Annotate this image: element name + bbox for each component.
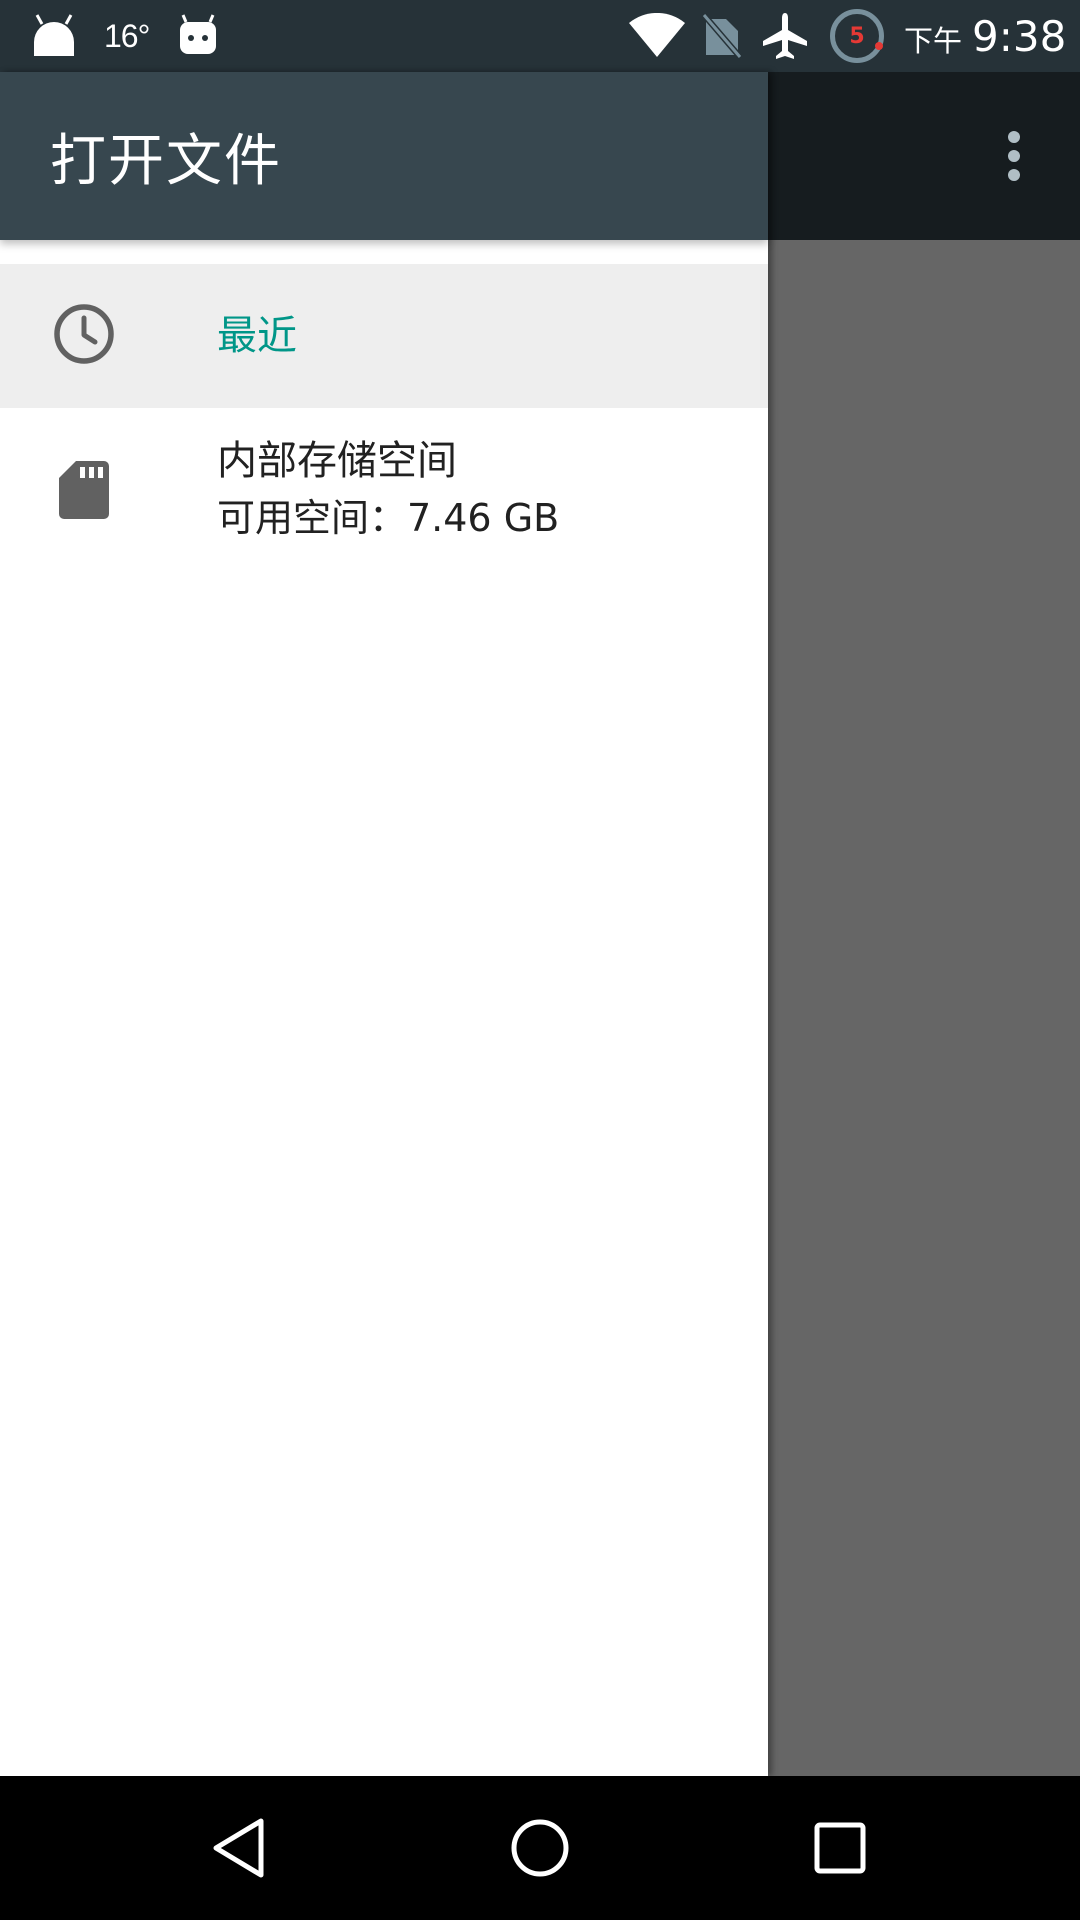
drawer-title: 打开文件 bbox=[50, 128, 282, 194]
root-summary: 可用空间：7.46 GB bbox=[217, 496, 560, 540]
status-bar: 16° 5 下午 9:38 bbox=[0, 0, 1080, 72]
root-item-recent[interactable]: 最近 bbox=[0, 264, 768, 408]
no-sim-icon bbox=[702, 0, 742, 72]
back-icon[interactable] bbox=[200, 1808, 280, 1888]
more-vert-icon[interactable] bbox=[990, 120, 1038, 192]
airplane-mode-icon bbox=[760, 0, 810, 72]
time-period-text: 下午 bbox=[904, 24, 963, 58]
wifi-icon bbox=[628, 0, 686, 72]
root-title: 最近 bbox=[217, 313, 297, 359]
root-title: 内部存储空间 bbox=[217, 438, 457, 484]
drawer-header: 打开文件 bbox=[0, 72, 768, 240]
clock-icon bbox=[50, 300, 118, 368]
clock-text: 9:38 bbox=[972, 11, 1067, 61]
root-text: 内部存储空间 可用空间：7.46 GB bbox=[217, 418, 559, 562]
root-item-internal-storage[interactable]: 内部存储空间 可用空间：7.46 GB bbox=[0, 408, 768, 552]
roots-list: 最近 内部存储空间 可用空间：7.46 GB bbox=[0, 264, 768, 552]
temperature-text: 16° bbox=[104, 17, 150, 54]
android-icon bbox=[30, 0, 78, 72]
screen: 16° 5 下午 9:38 打开文件 最近 内部存储空间 可用空间：7.46 G… bbox=[0, 0, 1080, 1920]
robot-icon bbox=[178, 0, 218, 72]
home-icon[interactable] bbox=[500, 1808, 580, 1888]
notification-count-icon: 5 bbox=[830, 0, 884, 72]
recents-icon[interactable] bbox=[800, 1808, 880, 1888]
root-text: 最近 bbox=[217, 264, 297, 408]
sd-card-icon bbox=[50, 456, 118, 524]
navigation-drawer: 打开文件 最近 内部存储空间 可用空间：7.46 GB bbox=[0, 72, 768, 1776]
notification-badge-text: 5 bbox=[849, 23, 865, 49]
navigation-bar bbox=[0, 1776, 1080, 1920]
